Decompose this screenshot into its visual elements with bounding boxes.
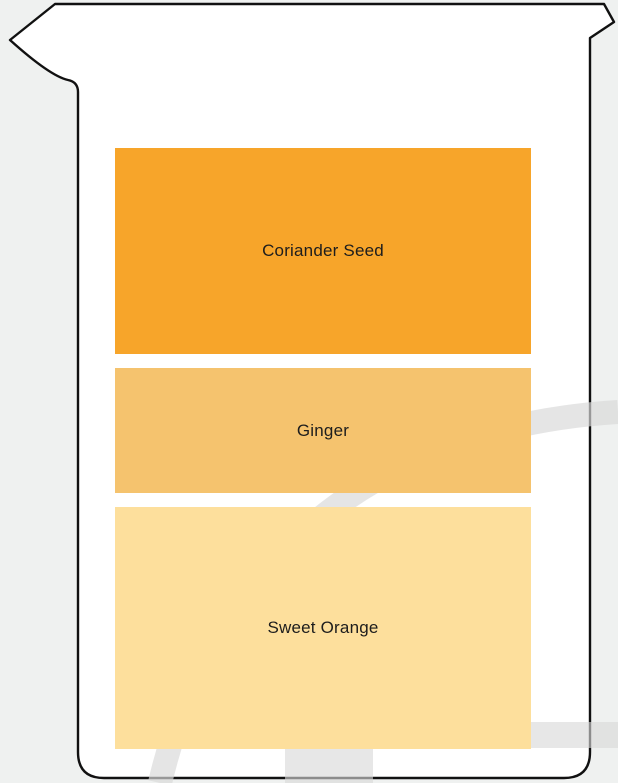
layer-label: Ginger (296, 420, 350, 440)
layer-ginger: Ginger (115, 368, 531, 493)
watermark-block-bottom (285, 749, 373, 783)
layer-coriander-seed: Coriander Seed (115, 148, 531, 354)
layer-label: Coriander Seed (262, 241, 384, 260)
layer-sweet-orange: Sweet Orange (115, 507, 531, 749)
layer-label: Sweet Orange (267, 618, 379, 637)
diagram-scene: Coriander Seed Ginger Sweet Orange (0, 0, 618, 783)
